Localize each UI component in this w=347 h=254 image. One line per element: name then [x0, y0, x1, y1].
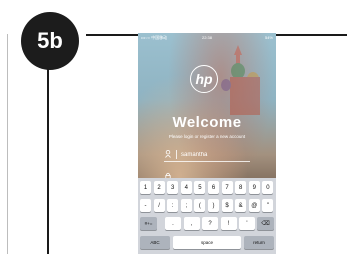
key-1[interactable]: 1 [140, 181, 151, 194]
user-icon [164, 150, 172, 159]
return-key[interactable]: return [244, 236, 274, 249]
phone-screen: •••○○ 中国移动 22:38 54% hp Welcome Please l… [138, 33, 276, 254]
space-key[interactable]: space [173, 236, 241, 249]
keyboard-row-bottom: ABC space return [138, 236, 276, 249]
keyboard-row-punctuation: #+= . , ? ! ' ⌫ [138, 217, 276, 230]
key-0[interactable]: 0 [262, 181, 274, 194]
key-open-paren[interactable]: ( [194, 199, 206, 212]
status-bar: •••○○ 中国移动 22:38 54% [138, 33, 276, 42]
margin-line [7, 34, 8, 254]
backspace-icon: ⌫ [261, 221, 270, 227]
background-cathedral-image [221, 45, 260, 115]
key-dollar[interactable]: $ [221, 199, 233, 212]
key-quote[interactable]: " [262, 199, 274, 212]
hp-logo: hp [190, 65, 218, 93]
key-dash[interactable]: - [140, 199, 151, 212]
key-question[interactable]: ? [202, 217, 218, 230]
welcome-subtitle: Please login or register a new account [168, 134, 246, 139]
key-abc[interactable]: ABC [140, 236, 170, 249]
figure-label-badge: 5b [21, 12, 79, 70]
backspace-key[interactable]: ⌫ [257, 217, 274, 230]
key-colon[interactable]: : [167, 199, 179, 212]
key-8[interactable]: 8 [235, 181, 247, 194]
username-field[interactable] [164, 148, 250, 162]
welcome-heading: Welcome [172, 114, 242, 131]
key-symbols-toggle[interactable]: #+= [140, 217, 157, 230]
key-ampersand[interactable]: & [235, 199, 247, 212]
numeric-keyboard: 1 2 3 4 5 6 7 8 9 0 - / : ; ( ) $ & @ " … [138, 178, 276, 254]
key-apostrophe[interactable]: ' [239, 217, 255, 230]
username-input[interactable] [181, 151, 241, 158]
key-comma[interactable]: , [183, 217, 200, 230]
key-3[interactable]: 3 [167, 181, 179, 194]
keyboard-row-symbols: - / : ; ( ) $ & @ " [138, 199, 276, 212]
keyboard-row-numbers: 1 2 3 4 5 6 7 8 9 0 [138, 181, 276, 194]
key-close-paren[interactable]: ) [208, 199, 219, 212]
key-5[interactable]: 5 [194, 181, 206, 194]
hp-logo-text: hp [195, 71, 213, 87]
key-slash[interactable]: / [153, 199, 165, 212]
key-4[interactable]: 4 [180, 181, 192, 194]
clock-label: 22:38 [201, 35, 212, 40]
key-2[interactable]: 2 [153, 181, 165, 194]
key-9[interactable]: 9 [248, 181, 260, 194]
key-semicolon[interactable]: ; [180, 199, 192, 212]
key-at[interactable]: @ [248, 199, 260, 212]
key-6[interactable]: 6 [208, 181, 219, 194]
key-exclamation[interactable]: ! [220, 217, 237, 230]
field-divider [176, 150, 177, 159]
key-period[interactable]: . [165, 217, 181, 230]
key-7[interactable]: 7 [221, 181, 233, 194]
